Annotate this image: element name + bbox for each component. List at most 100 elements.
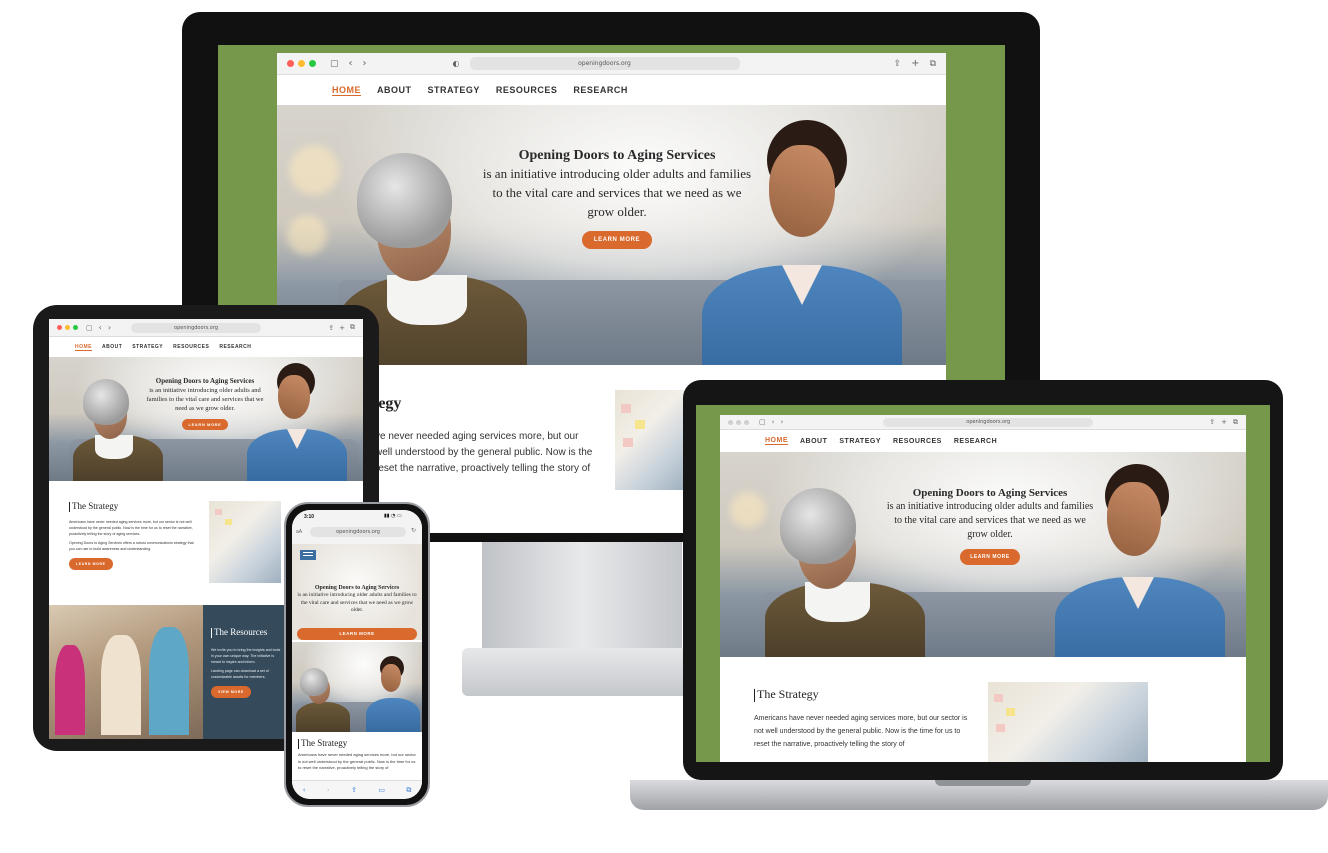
tabs-icon[interactable]: ⧉ — [1233, 418, 1238, 427]
tabs-icon[interactable]: ⧉ — [406, 786, 411, 795]
share-icon[interactable]: ⇪ — [328, 324, 334, 332]
tablet-hero-text: Opening Doors to Aging Services is an in… — [145, 377, 265, 431]
older-adult-collar — [387, 275, 467, 325]
back-icon[interactable]: ‹ — [772, 418, 775, 426]
close-window-dot[interactable] — [57, 325, 62, 330]
forward-icon[interactable]: › — [363, 58, 367, 69]
window-controls[interactable] — [57, 325, 78, 330]
back-icon[interactable]: ‹ — [349, 58, 353, 69]
strategy-photo — [988, 682, 1148, 762]
learn-more-button[interactable]: LEARN MORE — [960, 549, 1020, 565]
nav-research[interactable]: RESEARCH — [573, 85, 628, 95]
learn-more-button[interactable]: LEARN MORE — [181, 419, 229, 430]
window-controls[interactable] — [728, 419, 749, 425]
hero-title: Opening Doors to Aging Services — [314, 585, 400, 591]
strategy-learn-more-button[interactable]: LEARN MORE — [69, 558, 113, 570]
maximize-window-dot[interactable] — [309, 60, 316, 67]
new-tab-icon[interactable]: + — [339, 324, 345, 332]
phone-strategy-body: Americans have never needed aging servic… — [298, 752, 416, 770]
bokeh-light — [289, 145, 339, 195]
address-bar[interactable]: openingdoors.org — [469, 57, 740, 70]
strategy-title-text: The Strategy — [72, 501, 119, 511]
sticky-note — [215, 509, 222, 515]
laptop-hero: Opening Doors to Aging Services is an in… — [720, 452, 1246, 657]
address-bar[interactable]: openingdoors.org — [131, 322, 262, 333]
nav-about[interactable]: ABOUT — [377, 85, 412, 95]
learn-more-button[interactable]: LEARN MORE — [297, 628, 417, 640]
close-window-dot[interactable] — [728, 419, 733, 425]
nurse-face — [1107, 482, 1161, 556]
minimize-window-dot[interactable] — [736, 419, 741, 425]
strategy-paragraph: Opening Doors to Aging Services offers a… — [69, 541, 194, 551]
nav-about[interactable]: ABOUT — [800, 438, 827, 445]
view-more-button[interactable]: VIEW MORE — [211, 686, 251, 698]
privacy-icon[interactable]: ◐ — [453, 59, 460, 68]
tablet-strategy-title: The Strategy — [69, 501, 118, 512]
hero-title: Opening Doors to Aging Services — [155, 377, 255, 385]
tabs-icon[interactable]: ⧉ — [350, 323, 355, 332]
nav-resources[interactable]: RESOURCES — [496, 85, 558, 95]
hero-title: Opening Doors to Aging Services — [912, 487, 1068, 499]
forward-icon[interactable]: › — [327, 786, 330, 794]
minimize-window-dot[interactable] — [65, 325, 70, 330]
sticky-note — [994, 694, 1003, 702]
share-icon[interactable]: ⇪ — [351, 786, 357, 794]
monitor-hero-text: Opening Doors to Aging Services is an in… — [482, 147, 752, 249]
strategy-line: reset the narrative, proactively telling… — [375, 463, 591, 474]
strategy-title-text: The Strategy — [301, 738, 348, 748]
new-tab-icon[interactable]: + — [1221, 418, 1227, 426]
monitor-browser-toolbar: ▢ ‹ › ◐ openingdoors.org ⇪ + ⧉ — [277, 53, 946, 75]
sidebar-icon[interactable]: ▢ — [759, 418, 766, 426]
laptop-browser-toolbar: ▢ ‹ › openingdoors.org ⇪ + ⧉ — [720, 415, 1246, 430]
nav-strategy[interactable]: STRATEGY — [132, 344, 163, 350]
reader-icon[interactable]: aA — [296, 529, 302, 535]
maximize-window-dot[interactable] — [73, 325, 78, 330]
nav-strategy[interactable]: STRATEGY — [839, 438, 881, 445]
menu-icon[interactable] — [300, 550, 316, 560]
maximize-window-dot[interactable] — [744, 419, 749, 425]
nav-resources[interactable]: RESOURCES — [173, 344, 209, 350]
address-bar[interactable]: openingdoors.org — [310, 527, 406, 537]
back-icon[interactable]: ‹ — [99, 323, 102, 332]
learn-more-button[interactable]: LEARN MORE — [581, 231, 653, 249]
laptop-screen: ▢ ‹ › openingdoors.org ⇪ + ⧉ HOME ABOUT … — [696, 405, 1270, 762]
nav-strategy[interactable]: STRATEGY — [428, 85, 480, 95]
minimize-window-dot[interactable] — [298, 60, 305, 67]
monitor-nav: HOME ABOUT STRATEGY RESOURCES RESEARCH — [277, 75, 946, 105]
strategy-line: ve never needed aging services more, but… — [375, 431, 579, 442]
nav-home[interactable]: HOME — [765, 437, 788, 445]
phone-hero-text: Opening Doors to Aging Services is an in… — [296, 584, 418, 615]
close-window-dot[interactable] — [287, 60, 294, 67]
forward-icon[interactable]: › — [108, 323, 111, 332]
hero-body: is an initiative introducing older adult… — [482, 166, 752, 219]
back-icon[interactable]: ‹ — [303, 786, 306, 794]
sidebar-icon[interactable]: ▢ — [86, 324, 93, 332]
tabs-icon[interactable]: ⧉ — [930, 59, 936, 69]
address-bar[interactable]: openingdoors.org — [883, 417, 1094, 427]
title-accent-bar — [69, 501, 70, 512]
strategy-title-text: The Strategy — [757, 687, 819, 701]
nav-home[interactable]: HOME — [75, 344, 92, 351]
nav-home[interactable]: HOME — [332, 85, 361, 96]
forward-icon[interactable]: › — [780, 418, 783, 426]
phone: 3:10 ▮▮ ◔ ▭ aA openingdoors.org ↻ Openin… — [284, 502, 430, 807]
nurse-figure — [366, 698, 420, 732]
bookmarks-icon[interactable]: ▭ — [378, 786, 385, 794]
older-adult-hair — [300, 668, 328, 696]
new-tab-icon[interactable]: + — [911, 58, 919, 69]
laptop: ▢ ‹ › openingdoors.org ⇪ + ⧉ HOME ABOUT … — [683, 380, 1283, 780]
nav-research[interactable]: RESEARCH — [954, 438, 997, 445]
status-time: 3:10 — [304, 514, 315, 520]
laptop-notch — [935, 780, 1031, 786]
hero-body: is an initiative introducing older adult… — [146, 387, 264, 412]
older-adult-collar — [805, 582, 870, 622]
share-icon[interactable]: ⇪ — [1209, 418, 1215, 426]
share-icon[interactable]: ⇪ — [894, 59, 902, 69]
sidebar-icon[interactable]: ▢ — [330, 59, 339, 69]
reload-icon[interactable]: ↻ — [411, 527, 416, 534]
window-controls[interactable] — [287, 60, 316, 67]
nav-resources[interactable]: RESOURCES — [893, 438, 942, 445]
nav-about[interactable]: ABOUT — [102, 344, 122, 350]
strategy-line: well understood by the general public. N… — [375, 447, 593, 458]
nav-research[interactable]: RESEARCH — [219, 344, 251, 350]
